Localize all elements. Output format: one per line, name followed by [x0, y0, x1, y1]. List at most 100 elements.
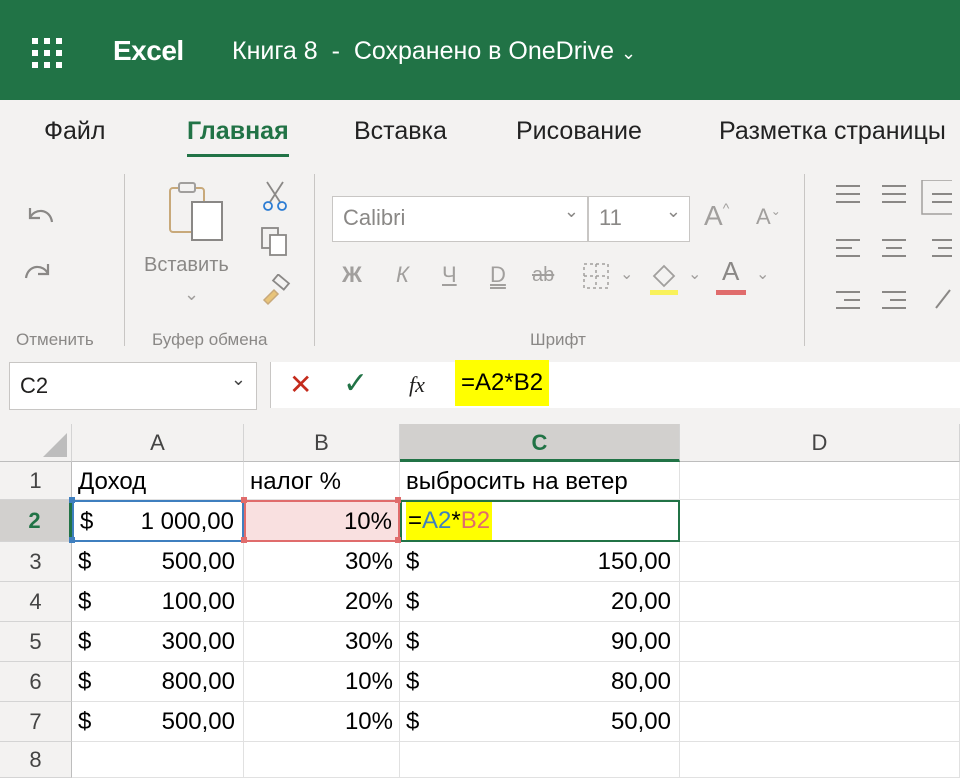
column-header-a[interactable]: A — [72, 424, 244, 462]
range-handle[interactable] — [69, 537, 75, 543]
row-header-4[interactable]: 4 — [0, 582, 72, 622]
cell-d2[interactable] — [680, 500, 960, 542]
cut-icon[interactable] — [262, 180, 288, 212]
cell-b8[interactable] — [244, 742, 400, 778]
row-header-8[interactable]: 8 — [0, 742, 72, 778]
italic-button[interactable]: К — [396, 262, 409, 288]
redo-icon[interactable] — [22, 256, 56, 290]
cell-a3[interactable]: $500,00 — [72, 542, 244, 582]
doc-title-separator: - — [331, 37, 340, 65]
alignment-icons[interactable] — [832, 180, 952, 320]
range-handle[interactable] — [241, 497, 247, 503]
cell-a2[interactable]: $ 1 000,00 — [72, 500, 244, 542]
chevron-down-icon: ⌄ — [230, 369, 246, 389]
underline-button[interactable]: Ч — [442, 262, 457, 288]
cell-b7[interactable]: 10% — [244, 702, 400, 742]
enter-icon[interactable]: ✓ — [343, 366, 368, 401]
row-header-6[interactable]: 6 — [0, 662, 72, 702]
cell-b5[interactable]: 30% — [244, 622, 400, 662]
save-status: Сохранено в OneDrive — [353, 37, 614, 65]
borders-icon[interactable] — [582, 262, 612, 292]
cancel-icon[interactable]: ✕ — [289, 368, 312, 401]
column-header-c[interactable]: C — [400, 424, 680, 462]
font-size-select[interactable]: 11 ⌄ — [588, 196, 690, 242]
cell-d8[interactable] — [680, 742, 960, 778]
document-title[interactable]: Книга 8 - Сохранено в OneDrive ⌄ — [232, 37, 636, 66]
cell-b1[interactable]: налог % — [244, 462, 400, 500]
bold-button[interactable]: Ж — [342, 262, 362, 288]
row-header-7[interactable]: 7 — [0, 702, 72, 742]
row-header-1[interactable]: 1 — [0, 462, 72, 500]
cell-c7[interactable]: $50,00 — [400, 702, 680, 742]
tab-file[interactable]: Файл — [44, 117, 105, 146]
cell-c4[interactable]: $20,00 — [400, 582, 680, 622]
double-underline-button[interactable]: D — [490, 262, 506, 288]
row-header-3[interactable]: 3 — [0, 542, 72, 582]
tab-draw[interactable]: Рисование — [516, 117, 642, 146]
tab-home[interactable]: Главная — [187, 117, 289, 157]
shrink-font-button[interactable]: A⌄ — [756, 204, 781, 230]
cell-c1[interactable]: выбросить на ветер — [400, 462, 680, 500]
app-launcher-icon[interactable] — [32, 38, 64, 70]
cell-a8[interactable] — [72, 742, 244, 778]
cell-c5[interactable]: $90,00 — [400, 622, 680, 662]
cell-d5[interactable] — [680, 622, 960, 662]
undo-group-label: Отменить — [16, 330, 94, 349]
range-handle[interactable] — [241, 537, 247, 543]
tab-insert[interactable]: Вставка — [354, 117, 447, 146]
borders-chevron-icon[interactable]: ⌄ — [620, 264, 633, 284]
cell-a2-value: 1 000,00 — [140, 508, 234, 535]
cell-currency: $ — [406, 708, 420, 735]
cell-c2-formula[interactable]: =A2*B2 — [406, 502, 493, 540]
cell-c3[interactable]: $150,00 — [400, 542, 680, 582]
cell-b3[interactable]: 30% — [244, 542, 400, 582]
paste-options-chevron-icon[interactable]: ⌄ — [184, 284, 199, 305]
tab-page-layout[interactable]: Разметка страницы — [719, 117, 946, 146]
cell-a6[interactable]: $800,00 — [72, 662, 244, 702]
group-divider — [804, 174, 805, 346]
range-handle[interactable] — [395, 497, 401, 503]
format-painter-icon[interactable] — [260, 274, 292, 306]
cell-a5[interactable]: $300,00 — [72, 622, 244, 662]
range-handle[interactable] — [395, 537, 401, 543]
cell-a1[interactable]: Доход — [72, 462, 244, 500]
font-name-select[interactable]: Calibri ⌄ — [332, 196, 588, 242]
column-header-b[interactable]: B — [244, 424, 400, 462]
paste-label[interactable]: Вставить — [144, 254, 229, 277]
cell-a2-currency: $ — [80, 508, 94, 535]
cell-c8[interactable] — [400, 742, 680, 778]
cell-a7[interactable]: $500,00 — [72, 702, 244, 742]
name-box[interactable]: C2 ⌄ — [9, 362, 257, 410]
font-group-label: Шрифт — [530, 330, 586, 349]
cell-d6[interactable] — [680, 662, 960, 702]
row-header-5[interactable]: 5 — [0, 622, 72, 662]
insert-function-button[interactable]: fx — [409, 372, 425, 398]
select-all-corner[interactable] — [0, 424, 72, 462]
undo-icon[interactable] — [22, 200, 56, 234]
fill-color-icon[interactable] — [648, 260, 682, 296]
cell-d4[interactable] — [680, 582, 960, 622]
fill-color-chevron-icon[interactable]: ⌄ — [688, 264, 701, 284]
cell-d1[interactable] — [680, 462, 960, 500]
grow-font-button[interactable]: A^ — [704, 200, 729, 232]
strikethrough-button[interactable]: ab — [532, 264, 554, 287]
cell-b4[interactable]: 20% — [244, 582, 400, 622]
cell-b2[interactable]: 10% — [244, 500, 400, 542]
copy-icon[interactable] — [260, 226, 290, 258]
row-header-2[interactable]: 2 — [0, 500, 72, 542]
cell-c2[interactable]: =A2*B2 — [400, 500, 680, 542]
cell-d3[interactable] — [680, 542, 960, 582]
paste-icon[interactable] — [166, 180, 228, 244]
cell-b6[interactable]: 10% — [244, 662, 400, 702]
cell-d7[interactable] — [680, 702, 960, 742]
app-name[interactable]: Excel — [113, 35, 184, 67]
cell-c6[interactable]: $80,00 — [400, 662, 680, 702]
range-handle[interactable] — [69, 497, 75, 503]
cell-currency: $ — [406, 628, 420, 655]
font-color-button[interactable]: A — [722, 256, 739, 287]
chevron-down-icon: ⌄ — [620, 43, 637, 63]
formula-input[interactable]: =A2*B2 — [455, 360, 550, 406]
cell-a4[interactable]: $100,00 — [72, 582, 244, 622]
column-header-d[interactable]: D — [680, 424, 960, 462]
font-color-chevron-icon[interactable]: ⌄ — [756, 264, 769, 284]
